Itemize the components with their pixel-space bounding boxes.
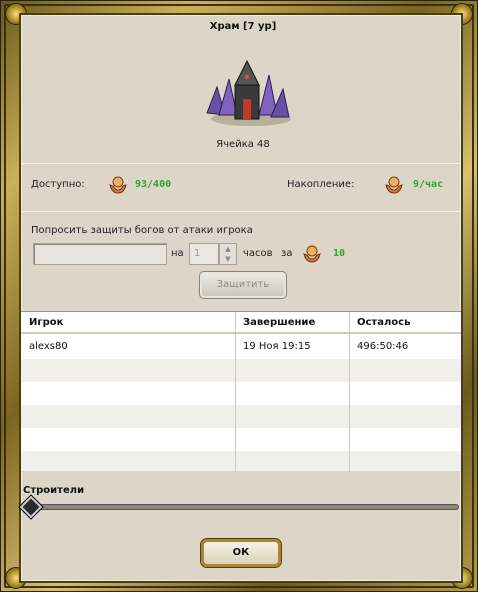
dialog-title: Храм [7 ур] [209, 21, 277, 32]
protection-table: Игрок Завершение Осталось alexs80 19 Ноя… [21, 311, 461, 472]
cell-left: 496:50:46 [357, 341, 409, 352]
builders-slider-track[interactable] [27, 504, 459, 510]
protect-cost-value: 10 [333, 248, 346, 259]
table-header: Игрок Завершение Осталось [21, 312, 461, 334]
faith-hands-icon [303, 245, 321, 263]
column-divider [235, 312, 236, 472]
spin-down-icon[interactable]: ▼ [220, 254, 236, 264]
hours-label: часов [243, 248, 273, 259]
protect-prompt: Попросить защиты богов от атаки игрока [31, 225, 253, 236]
divider [21, 211, 461, 212]
table-row [21, 451, 461, 471]
za-label: за [281, 248, 293, 259]
table-row[interactable]: alexs80 19 Ноя 19:15 496:50:46 [21, 336, 461, 359]
available-value: 93/400 [135, 179, 172, 190]
na-label: на [171, 248, 184, 259]
table-row [21, 382, 461, 405]
protect-button[interactable]: Защитить [199, 271, 287, 299]
column-header-left: Осталось [357, 317, 411, 328]
spin-up-icon[interactable]: ▲ [220, 244, 236, 254]
divider [21, 163, 461, 164]
ok-button[interactable]: ОК [201, 539, 281, 567]
builders-slider-handle[interactable] [19, 495, 43, 519]
accumulation-value: 9/час [413, 179, 444, 190]
faith-hands-icon [385, 176, 403, 194]
cell-end: 19 Ноя 19:15 [243, 341, 311, 352]
builders-label: Строители [23, 485, 85, 496]
dialog-panel: Храм [7 ур] Ячейка 48 Доступно: 93/400 Н… [19, 13, 463, 583]
table-row [21, 359, 461, 382]
temple-building-icon [206, 59, 291, 126]
cell-label: Ячейка 48 [216, 139, 270, 150]
hours-input[interactable]: 1 [189, 243, 219, 265]
available-label: Доступно: [31, 179, 85, 190]
accumulation-label: Накопление: [287, 179, 355, 190]
column-divider [349, 312, 350, 472]
player-name-input[interactable] [33, 243, 167, 265]
column-header-player: Игрок [29, 317, 64, 328]
cell-player: alexs80 [29, 341, 68, 352]
faith-hands-icon [109, 176, 127, 194]
hours-stepper[interactable]: ▲ ▼ [219, 243, 237, 265]
window-frame: Храм [7 ур] Ячейка 48 Доступно: 93/400 Н… [0, 0, 478, 592]
column-header-end: Завершение [243, 317, 316, 328]
table-row [21, 428, 461, 451]
table-row [21, 405, 461, 428]
